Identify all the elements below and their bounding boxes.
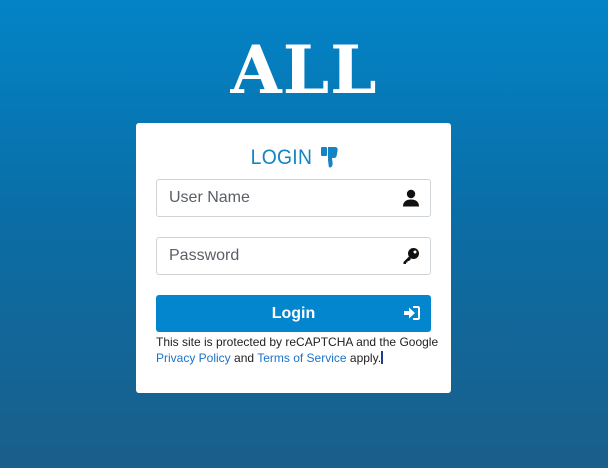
recaptcha-notice: This site is protected by reCAPTCHA and … <box>156 334 441 366</box>
login-title-text: LOGIN <box>250 146 313 170</box>
password-field[interactable] <box>156 237 431 275</box>
terms-of-service-link[interactable]: Terms of Service <box>257 351 346 365</box>
login-card: LOGIN Login This site is protected by re… <box>136 123 451 393</box>
key-icon <box>403 248 419 264</box>
login-button[interactable]: Login <box>156 295 431 332</box>
username-input[interactable] <box>157 180 409 216</box>
sign-in-icon <box>404 306 420 320</box>
recaptcha-and: and <box>234 351 255 365</box>
brand-logo: ALL <box>230 31 378 109</box>
recaptcha-suffix: apply. <box>349 351 382 365</box>
login-button-label: Login <box>271 305 316 322</box>
text-cursor <box>381 351 384 364</box>
thumbs-down-icon <box>320 147 338 168</box>
login-title: LOGIN <box>136 145 451 171</box>
password-input[interactable] <box>157 238 409 274</box>
privacy-policy-link[interactable]: Privacy Policy <box>156 351 231 365</box>
user-icon <box>403 189 419 207</box>
username-field[interactable] <box>156 179 431 217</box>
recaptcha-prefix: This site is protected by reCAPTCHA and … <box>156 335 439 349</box>
